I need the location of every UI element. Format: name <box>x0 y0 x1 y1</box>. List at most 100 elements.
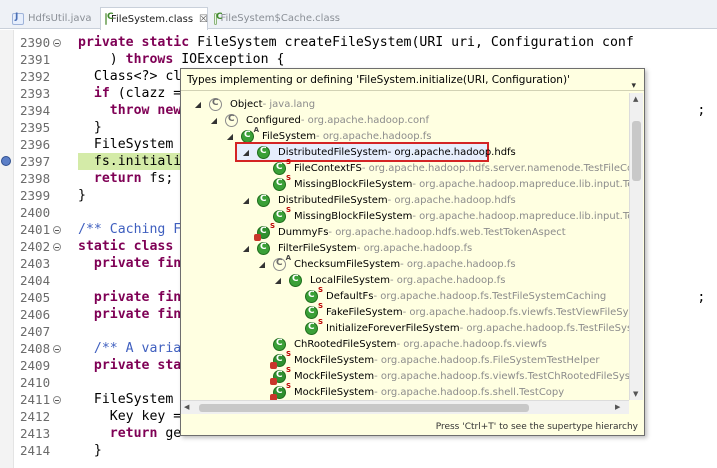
fold-toggle-icon[interactable] <box>53 396 61 404</box>
tree-item-selected[interactable]: ◢ DistributedFileSystem - org.apache.hado… <box>235 142 516 162</box>
class-icon: S <box>270 382 291 400</box>
expand-toggle-icon[interactable]: ◢ <box>273 276 283 285</box>
line-number: 2409 <box>20 358 51 373</box>
horizontal-scrollbar[interactable]: ◀ ▶ <box>181 400 629 414</box>
tab-label: FileSystem.class <box>111 13 194 25</box>
line-number: 2412 <box>20 409 51 424</box>
expand-toggle-icon[interactable]: ◢ <box>225 132 235 141</box>
code-text: return ge <box>109 426 182 441</box>
tab-filesystem-cache-class[interactable]: FileSystem$Cache.class <box>210 8 340 29</box>
close-icon[interactable]: ☒ <box>199 14 208 25</box>
class-icon: S <box>305 286 323 303</box>
line-number: 2413 <box>20 426 51 441</box>
tree-item[interactable]: SDummyFs - org.apache.hadoop.hdfs.web.Te… <box>241 222 566 241</box>
expand-toggle-icon[interactable]: ◢ <box>241 196 251 205</box>
static-marker-icon: S <box>285 349 291 358</box>
java-file-icon <box>12 12 24 25</box>
package-name: - org.apache.hadoop.fs.viewfs <box>396 338 547 350</box>
package-name: - org.apache.hadoop.mapreduce.lib.input.… <box>412 210 629 222</box>
breakpoint-icon[interactable] <box>1 156 11 166</box>
code-text: private fin <box>93 307 182 322</box>
line-number: 2393 <box>20 86 51 101</box>
scrollbar-thumb[interactable] <box>199 404 529 412</box>
type-name: DistributedFileSystem <box>278 194 388 206</box>
tree-item[interactable]: SFileContextFS - org.apache.hadoop.hdfs.… <box>257 158 629 176</box>
tree-item[interactable]: ◢ Configured - org.apache.hadoop.conf <box>209 112 429 128</box>
tree-item[interactable]: ◢ AChecksumFileSystem - org.apache.hadoop… <box>257 253 516 272</box>
package-name: - org.apache.hadoop.hdfs <box>387 194 516 206</box>
tab-hdfsutil[interactable]: HdfsUtil.java <box>8 8 100 29</box>
code-text: fs.initiali <box>78 153 182 170</box>
package-name: - org.apache.hadoop.fs <box>400 258 516 270</box>
scroll-down-icon[interactable]: ▼ <box>633 390 638 398</box>
fold-toggle-icon[interactable] <box>53 345 61 353</box>
code-line[interactable]: 2390 private static FileSystem createFile… <box>0 34 717 51</box>
code-text: static class <box>78 239 174 254</box>
tree-item[interactable]: SMockFileSystem - org.apache.hadoop.fs.s… <box>257 382 564 400</box>
tree-item[interactable]: SMissingBlockFileSystem - org.apache.had… <box>257 174 629 192</box>
code-text: if (clazz = <box>93 86 182 101</box>
scroll-right-icon[interactable]: ▶ <box>615 403 620 411</box>
tab-filesystem-class[interactable]: FileSystem.class ☒ <box>100 7 208 30</box>
tree-item[interactable]: SInitializeForeverFileSystem - org.apach… <box>289 318 629 336</box>
type-name: Object <box>230 98 263 110</box>
code-line[interactable]: 2414 } <box>0 442 717 459</box>
vertical-scrollbar[interactable]: ▲ ▼ <box>629 93 643 400</box>
expand-toggle-icon[interactable]: ◢ <box>241 148 251 157</box>
code-line[interactable]: 2391 ) throws IOException { <box>0 51 717 68</box>
code-text: } <box>78 443 102 458</box>
tree-item[interactable]: SDefaultFs - org.apache.hadoop.fs.TestFi… <box>289 286 606 304</box>
tree-item[interactable]: SMockFileSystem - org.apache.hadoop.fs.F… <box>257 350 599 369</box>
class-icon: S <box>270 366 291 385</box>
class-icon: S <box>305 318 323 335</box>
fold-toggle-icon[interactable] <box>53 243 61 251</box>
package-name: - org.apache.hadoop.fs <box>356 242 473 254</box>
class-file-icon <box>214 12 221 25</box>
class-icon: S <box>305 302 323 319</box>
code-text: FileSystem <box>78 392 174 407</box>
tree-item[interactable]: SMockFileSystem - org.apache.hadoop.fs.v… <box>257 366 629 385</box>
expand-toggle-icon[interactable]: ◢ <box>257 260 267 269</box>
type-hierarchy-popup[interactable]: Types implementing or defining 'FileSyst… <box>180 68 645 436</box>
type-tree[interactable]: ◢ Object - java.lang ◢ Configured - org.apa… <box>181 92 629 400</box>
code-text: } <box>78 188 86 203</box>
class-icon <box>225 113 238 127</box>
tree-item[interactable]: ChRootedFileSystem - org.apache.hadoop.f… <box>257 336 547 352</box>
type-name: MockFileSystem <box>294 354 375 366</box>
code-text: private sta <box>93 358 182 373</box>
scroll-left-icon[interactable]: ◀ <box>184 403 189 411</box>
class-icon: S <box>273 158 291 175</box>
class-icon: S <box>270 350 291 369</box>
tree-item[interactable]: SFakeFileSystem - org.apache.hadoop.fs.v… <box>289 302 629 320</box>
expand-toggle-icon[interactable]: ◢ <box>209 116 219 125</box>
abstract-marker-icon: A <box>285 253 291 262</box>
type-name: LocalFileSystem <box>310 274 390 286</box>
tree-item[interactable]: ◢ LocalFileSystem - org.apache.hadoop.fs <box>273 272 505 288</box>
expand-toggle-icon[interactable]: ◢ <box>241 244 251 253</box>
class-icon: S <box>254 222 275 241</box>
tree-item[interactable]: ◢ Object - java.lang <box>193 96 315 112</box>
tree-item[interactable]: SMissingBlockFileSystem - org.apache.had… <box>257 206 629 224</box>
code-text: FileSystem <box>78 137 174 152</box>
tab-label: FileSystem$Cache.class <box>220 13 341 24</box>
type-name: MockFileSystem <box>294 386 375 398</box>
fold-toggle-icon[interactable] <box>53 226 61 234</box>
class-icon <box>289 273 302 287</box>
static-marker-icon: S <box>317 285 323 294</box>
type-name: FileSystem <box>262 130 317 142</box>
scrollbar-thumb[interactable] <box>632 121 641 181</box>
line-number: 2400 <box>20 205 51 220</box>
expand-toggle-icon[interactable]: ◢ <box>193 100 203 109</box>
line-number: 2403 <box>20 256 51 271</box>
static-marker-icon: S <box>269 221 275 230</box>
tree-item[interactable]: ◢ DistributedFileSystem - org.apache.hado… <box>241 192 516 208</box>
package-name: - java.lang <box>262 98 316 110</box>
type-name: FakeFileSystem <box>326 306 403 318</box>
class-icon <box>257 145 270 159</box>
type-name: InitializeForeverFileSystem <box>326 322 460 334</box>
static-marker-icon: S <box>285 157 291 166</box>
scroll-up-icon[interactable]: ▲ <box>633 95 638 103</box>
type-name: ChRootedFileSystem <box>294 338 397 350</box>
fold-toggle-icon[interactable] <box>53 39 61 47</box>
tree-item[interactable]: ◢ FilterFileSystem - org.apache.hadoop.fs <box>241 240 472 256</box>
